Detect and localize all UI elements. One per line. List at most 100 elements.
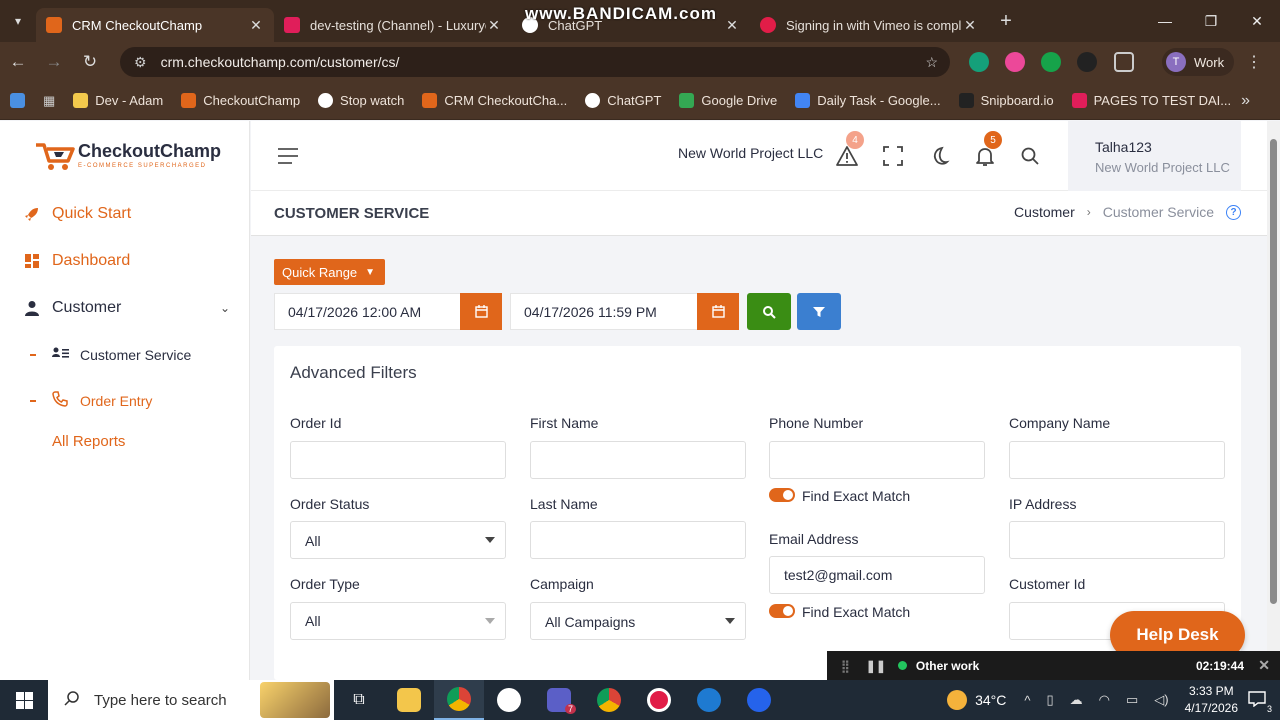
back-arrow-icon[interactable]: ← [0,52,36,72]
start-calendar-button[interactable] [460,293,502,330]
last-name-input[interactable] [530,521,746,559]
extensions-puzzle-icon[interactable] [1114,52,1134,72]
search-icon[interactable] [1019,145,1041,167]
fullscreen-icon[interactable] [882,145,904,167]
hamburger-menu-icon[interactable] [278,148,298,169]
apps-icon[interactable] [10,93,25,108]
blue-app-icon[interactable] [734,680,784,720]
tab-crm-checkoutchamp[interactable]: CRM CheckoutChamp ✕ [36,8,274,42]
bookmark-pages-to-test[interactable]: PAGES TO TEST DAI... [1071,93,1231,108]
bookmark-google-drive[interactable]: Google Drive [679,93,777,108]
scrollbar-thumb[interactable] [1270,139,1277,604]
bookmark-star-icon[interactable]: ☆ [925,54,938,71]
restore-icon[interactable]: ❐ [1188,0,1234,42]
task-view-icon[interactable]: ⧉ [334,680,384,720]
battery-icon[interactable]: ▭ [1126,692,1138,708]
file-explorer-icon[interactable] [384,680,434,720]
extension-check-icon[interactable] [1041,52,1061,72]
email-exact-match-toggle[interactable] [769,604,795,618]
ip-address-input[interactable] [1009,521,1225,559]
bookmark-checkoutchamp[interactable]: CheckoutChamp [181,93,300,108]
phone-exact-match-toggle[interactable] [769,488,795,502]
sidebar-item-customer-service[interactable]: Customer Service [30,347,191,363]
checkoutchamp-logo[interactable]: CheckoutChamp E-COMMERCE SUPERCHARGED [34,139,221,171]
device-icon[interactable]: ▯ [1046,692,1053,708]
bookmark-snipboard[interactable]: Snipboard.io [958,93,1054,108]
close-icon[interactable]: ✕ [248,17,264,34]
sidebar-item-all-reports[interactable]: All Reports [52,433,262,450]
notification-bell-icon[interactable]: 5 [974,131,1002,167]
extension-dark-icon[interactable] [1077,52,1097,72]
sidebar-item-dashboard[interactable]: Dashboard [24,252,234,270]
site-settings-icon[interactable]: ⚙ [134,54,147,71]
browser-menu-icon[interactable]: ⋮ [1246,52,1262,72]
order-status-select[interactable]: All [290,521,506,559]
minimize-icon[interactable]: — [1142,0,1188,42]
dark-mode-moon-icon[interactable] [928,145,950,167]
end-calendar-button[interactable] [697,293,739,330]
bookmark-stop-watch[interactable]: Stop watch [318,93,404,108]
close-icon[interactable]: ✕ [1258,657,1270,674]
company-name-input[interactable] [1009,441,1225,479]
record-icon[interactable] [634,680,684,720]
tab-search-button[interactable]: ▾ [0,0,36,42]
start-date-input[interactable]: 04/17/2026 12:00 AM [274,293,461,330]
bookmark-crm-checkoutchamp[interactable]: CRM CheckoutCha... [422,93,567,108]
system-clock[interactable]: 3:33 PM 4/17/2026 [1185,683,1238,717]
google-docs-icon [795,93,811,108]
sidebar-item-customer[interactable]: Customer ⌄ [24,299,234,317]
address-bar[interactable]: ⚙ crm.checkoutchamp.com/customer/cs/ ☆ [120,47,950,77]
filter-button[interactable] [797,293,841,330]
phone-number-input[interactable] [769,441,985,479]
more-bookmarks-icon[interactable]: » [1241,92,1250,110]
pause-icon[interactable]: ❚❚ [866,659,886,673]
close-window-icon[interactable]: ✕ [1234,0,1280,42]
taskbar-search-box[interactable]: Type here to search [48,680,334,720]
order-id-input[interactable] [290,441,506,479]
email-address-input[interactable]: test2@gmail.com [769,556,985,594]
user-menu[interactable]: Talha123 New World Project LLC [1068,121,1241,191]
help-question-icon[interactable]: ? [1226,204,1241,220]
bookmark-chatgpt[interactable]: ChatGPT [585,93,661,108]
reload-icon[interactable]: ↻ [72,52,108,72]
bookmark-dev-adam[interactable]: Dev - Adam [73,93,163,108]
drag-handle-icon[interactable]: ⣿ [841,659,850,673]
weather-widget[interactable]: 34°C [947,690,1006,710]
teams-icon[interactable]: 7 [534,680,584,720]
bookmark-daily-task[interactable]: Daily Task - Google... [795,93,941,108]
breadcrumb-customer[interactable]: Customer [1014,204,1075,220]
slack-icon[interactable] [484,680,534,720]
new-tab-button[interactable]: + [988,10,1024,33]
forward-arrow-icon[interactable]: → [36,52,72,72]
windows-start-icon[interactable] [0,680,48,720]
order-status-value: All [305,533,321,549]
close-icon[interactable]: ✕ [724,17,740,34]
warning-icon[interactable]: 4 [836,131,864,167]
search-button[interactable] [747,293,791,330]
campaign-select[interactable]: All Campaigns [530,602,746,640]
sidebar-item-quick-start[interactable]: Quick Start [24,205,234,223]
tab-dev-testing[interactable]: dev-testing (Channel) - Luxuryc ✕ [274,8,512,42]
close-icon[interactable]: ✕ [962,17,978,34]
end-date-input[interactable]: 04/17/2026 11:59 PM [510,293,698,330]
chrome-work-icon[interactable] [434,680,484,720]
tab-vimeo[interactable]: Signing in with Vimeo is compl ✕ [750,8,988,42]
wifi-icon[interactable]: ◠ [1099,692,1110,708]
chrome-icon[interactable] [584,680,634,720]
grammarly-icon[interactable] [969,52,989,72]
sidebar-item-order-entry[interactable]: Order Entry [30,391,152,410]
drive-icon [73,93,89,108]
close-icon[interactable]: ✕ [486,17,502,34]
checkmark-app-icon[interactable] [684,680,734,720]
order-type-select[interactable]: All [290,602,506,640]
volume-icon[interactable]: ◁) [1154,692,1168,708]
quick-range-button[interactable]: Quick Range ▼ [274,259,385,285]
grid-icon[interactable]: ▦ [43,93,55,109]
first-name-input[interactable] [530,441,746,479]
extension-pink-icon[interactable] [1005,52,1025,72]
notification-center-icon[interactable]: 3 [1248,690,1272,714]
page-scrollbar[interactable] [1267,121,1280,680]
cloud-icon[interactable]: ☁ [1070,692,1083,708]
chevron-up-icon[interactable]: ^ [1024,693,1030,708]
profile-button[interactable]: T Work [1162,48,1234,76]
